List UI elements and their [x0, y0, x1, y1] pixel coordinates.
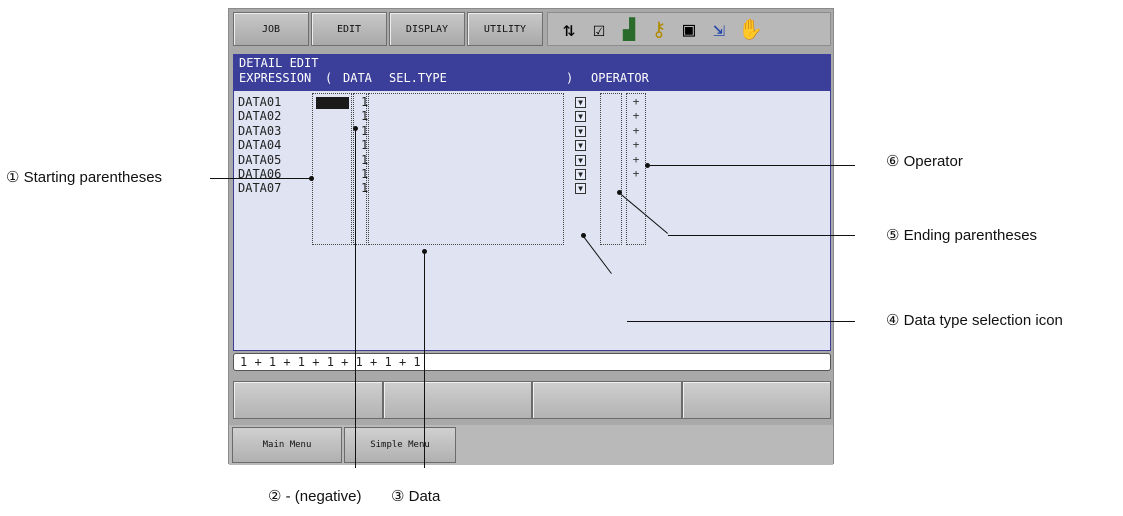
expression-editor: DATA01 DATA02 DATA03 DATA04 DATA05 DATA0… [233, 90, 831, 351]
data-value[interactable]: 1 [361, 109, 368, 123]
annotation-starting-parentheses: ① Starting parentheses [6, 169, 163, 186]
chart-icon: ▟ [622, 17, 636, 41]
data-value-column[interactable] [368, 93, 564, 245]
operator-value[interactable]: + [631, 95, 641, 109]
callout-dot-data [422, 249, 427, 254]
data-value[interactable]: 1 [361, 181, 368, 195]
data-value[interactable]: 1 [361, 95, 368, 109]
menu-tab-utility[interactable]: UTILITY [467, 12, 543, 46]
callout-dot-negative [353, 126, 358, 131]
simple-menu-button[interactable]: Simple Menu [344, 427, 456, 463]
operator-value[interactable]: + [631, 167, 641, 181]
edit-cursor [316, 97, 349, 109]
annotation-data: ③ Data [391, 488, 441, 505]
data-type-select-icon[interactable]: ▼ [575, 154, 586, 166]
starting-parentheses-column[interactable] [312, 93, 352, 245]
data-type-selection-column: ▼ ▼ ▼ ▼ ▼ ▼ ▼ [575, 97, 586, 198]
operator-value[interactable]: + [631, 153, 641, 167]
main-menu-button[interactable]: Main Menu [232, 427, 342, 463]
menu-tab-job[interactable]: JOB [233, 12, 309, 46]
menu-tab-display[interactable]: DISPLAY [389, 12, 465, 46]
annotation-ending-parentheses: ⑤ Ending parentheses [886, 227, 1038, 244]
callout-line-ending [668, 235, 855, 236]
data-value[interactable]: 1 [361, 124, 368, 138]
callout-dot-ending [617, 190, 622, 195]
sort-icon: ⇅ [562, 17, 576, 41]
key-icon: ⚷ [651, 17, 667, 41]
layout-icon: ▣ [682, 17, 696, 41]
data-row-name: DATA02 [238, 109, 282, 124]
data-value[interactable]: 1 [361, 167, 368, 181]
page-title: DETAIL EDIT [239, 56, 319, 70]
data-type-select-icon[interactable]: ▼ [575, 97, 586, 108]
operator-value[interactable]: + [631, 138, 641, 152]
function-key-bar [233, 381, 831, 419]
pendant-screen: JOB EDIT DISPLAY UTILITY ⇅ ☑ ▟ ⚷ ▣ ⇲ ✋ D… [228, 8, 834, 465]
data-name-column: DATA01 DATA02 DATA03 DATA04 DATA05 DATA0… [238, 95, 281, 196]
expression-preview: 1 + 1 + 1 + 1 + 1 + 1 + 1 [233, 353, 831, 371]
data-row-name: DATA04 [238, 138, 282, 153]
data-row-name: DATA06 [238, 167, 282, 182]
data-type-select-icon[interactable]: ▼ [575, 111, 586, 123]
callout-line-negative [355, 128, 356, 468]
menu-tab-edit[interactable]: EDIT [311, 12, 387, 46]
data-row-name: DATA01 [238, 95, 282, 109]
screen-title-bar: DETAIL EDIT EXPRESSION ( DATA SEL.TYPE )… [233, 54, 831, 90]
callout-line-operator [648, 165, 855, 166]
header-expression: EXPRESSION [239, 71, 312, 85]
data-row-name: DATA05 [238, 152, 282, 167]
header-open-paren: ( [325, 71, 333, 85]
operator-value[interactable]: + [631, 109, 641, 123]
operator-list: + + + + + + [631, 95, 641, 181]
hand-icon: ✋ [738, 17, 763, 41]
callout-dot-starting-parentheses [309, 176, 314, 181]
ending-parentheses-column[interactable] [600, 93, 622, 245]
function-key-2[interactable] [382, 381, 532, 419]
annotation-data-type-selection-icon: ④ Data type selection icon [886, 312, 1063, 329]
callout-dot-operator [645, 163, 650, 168]
header-data: DATA [343, 71, 372, 85]
annotation-operator: ⑥ Operator [886, 153, 963, 170]
callout-line-starting-parentheses [210, 178, 312, 179]
data-type-select-icon[interactable]: ▼ [575, 140, 586, 152]
data-type-select-icon[interactable]: ▼ [575, 125, 586, 137]
data-value[interactable]: 1 [361, 138, 368, 152]
function-key-1[interactable] [233, 381, 383, 419]
data-value[interactable]: 1 [361, 153, 368, 167]
annotation-negative: ② - (negative) [268, 488, 362, 505]
callout-line-selection [627, 321, 855, 322]
operator-value[interactable]: + [631, 124, 641, 138]
data-row-name: DATA03 [238, 123, 282, 138]
top-menu: JOB EDIT DISPLAY UTILITY [233, 12, 543, 48]
bottom-bar: Main Menu Simple Menu [229, 425, 833, 465]
data-type-select-icon[interactable]: ▼ [575, 183, 586, 195]
header-operator: OPERATOR [591, 71, 649, 85]
function-key-4[interactable] [681, 381, 831, 419]
data-value-list: 1 1 1 1 1 1 1 [361, 95, 368, 196]
function-key-3[interactable] [532, 381, 682, 419]
export-icon: ⇲ [712, 17, 726, 41]
callout-dot-selection [581, 233, 586, 238]
header-close-paren: ) [566, 71, 574, 85]
header-sel-type: SEL.TYPE [389, 71, 447, 85]
edit-mode-icon: ☑ [592, 17, 606, 41]
status-icon-bar: ⇅ ☑ ▟ ⚷ ▣ ⇲ ✋ [547, 12, 831, 46]
data-row-name: DATA07 [238, 181, 282, 196]
data-type-select-icon[interactable]: ▼ [575, 168, 586, 180]
callout-line-data [424, 251, 425, 468]
